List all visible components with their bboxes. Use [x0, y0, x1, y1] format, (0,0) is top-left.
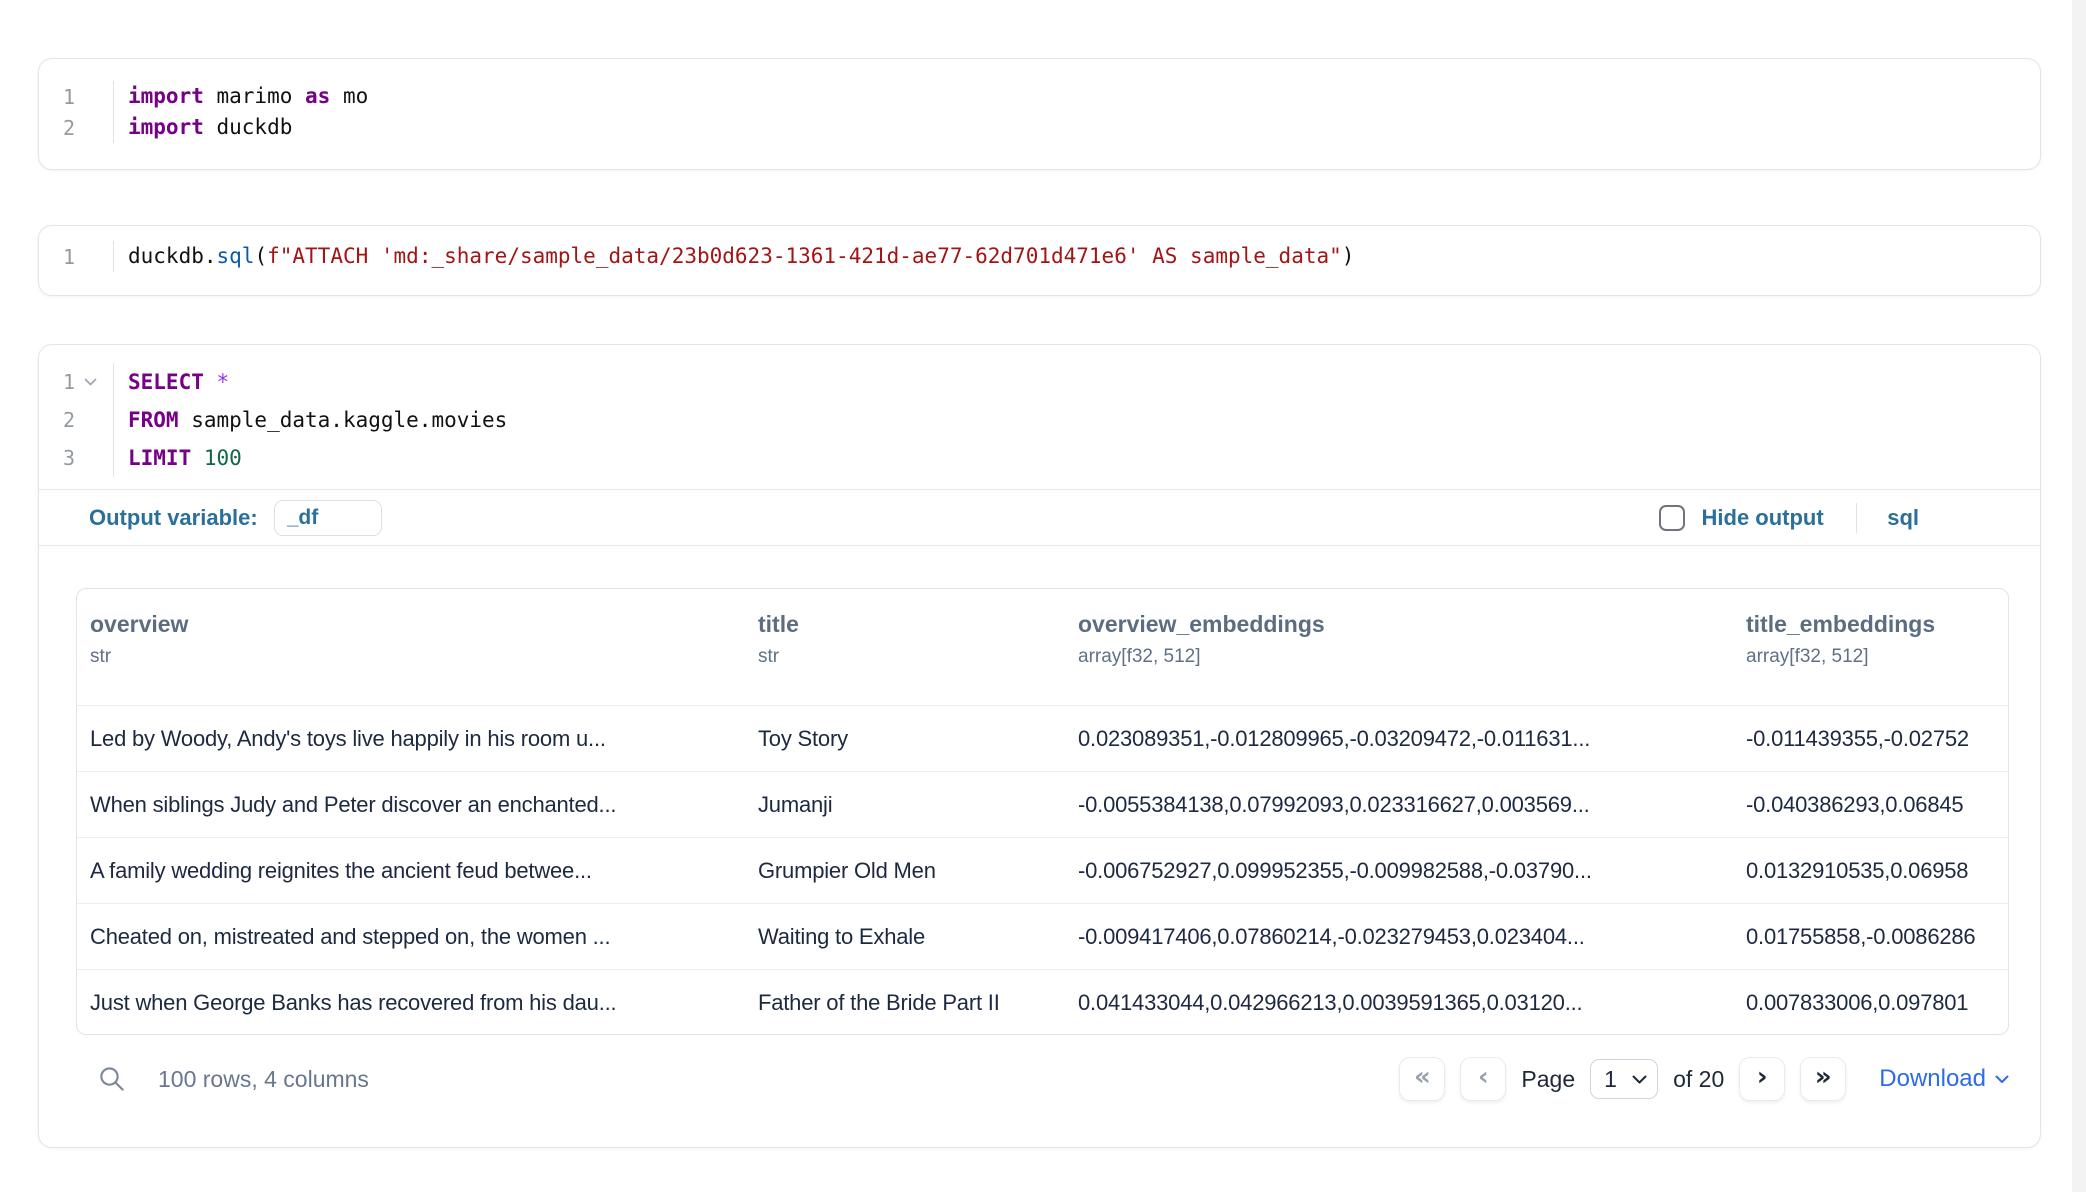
cell-title-embeddings: 0.0132910535,0.06958	[1733, 858, 2008, 884]
code-line: FROM sample_data.kaggle.movies	[128, 401, 507, 439]
code-cell-imports: 1 2 import marimo as mo import duckdb	[38, 58, 2041, 170]
cell-overview: Cheated on, mistreated and stepped on, t…	[77, 924, 745, 950]
search-icon	[97, 1064, 127, 1094]
cell-title-embeddings: 0.01755858,-0.0086286	[1733, 924, 2008, 950]
prev-page-button[interactable]: ‹	[1460, 1057, 1506, 1101]
code-line: import duckdb	[128, 112, 368, 143]
first-page-button[interactable]: «	[1399, 1057, 1445, 1101]
cell-overview-embeddings: 0.041433044,0.042966213,0.0039591365,0.0…	[1065, 990, 1733, 1016]
page-scrollbar[interactable]	[2072, 0, 2086, 1192]
search-button[interactable]	[96, 1063, 128, 1095]
table-header-row: overview str title str overview_embeddin…	[77, 589, 2008, 706]
line-number: 2	[63, 408, 75, 432]
cell-title-embeddings: -0.011439355,-0.02752	[1733, 726, 2008, 752]
cell-title-embeddings: -0.040386293,0.06845	[1733, 792, 2008, 818]
table-row[interactable]: Led by Woody, Andy's toys live happily i…	[77, 706, 2008, 772]
cell-title: Father of the Bride Part II	[745, 990, 1065, 1016]
line-number-gutter: 1	[39, 241, 114, 272]
cell-title: Waiting to Exhale	[745, 924, 1065, 950]
code-cell-attach: 1 duckdb.sql(f"ATTACH 'md:_share/sample_…	[38, 225, 2041, 296]
line-number: 2	[63, 116, 75, 140]
code-line: SELECT *	[128, 363, 507, 401]
column-header-title[interactable]: title str	[745, 589, 1065, 705]
toolbar-divider	[1856, 503, 1858, 533]
sql-cell: 1 2 3 SELECT * FROM sample_data.kaggle.m…	[38, 344, 2041, 1148]
code-line: import marimo as mo	[128, 81, 368, 112]
table-row[interactable]: Just when George Banks has recovered fro…	[77, 970, 2008, 1035]
cell-overview: Led by Woody, Andy's toys live happily i…	[77, 726, 745, 752]
code-editor[interactable]: 1 2 3 SELECT * FROM sample_data.kaggle.m…	[39, 345, 2040, 489]
code-line: duckdb.sql(f"ATTACH 'md:_share/sample_da…	[128, 241, 1354, 272]
chevron-down-icon	[1995, 1075, 2009, 1084]
row-count-summary: 100 rows, 4 columns	[158, 1066, 369, 1093]
cell-output-area: overview str title str overview_embeddin…	[39, 546, 2040, 1147]
cell-overview-embeddings: 0.023089351,-0.012809965,-0.03209472,-0.…	[1065, 726, 1733, 752]
column-header-title-embeddings[interactable]: title_embeddings array[f32, 512]	[1733, 589, 2008, 705]
line-number: 3	[63, 446, 75, 470]
result-table: overview str title str overview_embeddin…	[76, 588, 2009, 1035]
code-line: LIMIT 100	[128, 439, 507, 477]
last-page-button[interactable]: »	[1800, 1057, 1846, 1101]
table-row[interactable]: When siblings Judy and Peter discover an…	[77, 772, 2008, 838]
line-number: 1	[63, 245, 75, 269]
next-page-button[interactable]: ›	[1739, 1057, 1785, 1101]
cell-overview-embeddings: -0.009417406,0.07860214,-0.023279453,0.0…	[1065, 924, 1733, 950]
page-number-value: 1	[1604, 1066, 1617, 1093]
cell-overview-embeddings: -0.0055384138,0.07992093,0.023316627,0.0…	[1065, 792, 1733, 818]
output-variable-input[interactable]	[274, 500, 382, 536]
column-header-overview-embeddings[interactable]: overview_embeddings array[f32, 512]	[1065, 589, 1733, 705]
output-variable-label: Output variable:	[89, 505, 258, 531]
cell-overview-embeddings: -0.006752927,0.099952355,-0.009982588,-0…	[1065, 858, 1733, 884]
table-row[interactable]: Cheated on, mistreated and stepped on, t…	[77, 904, 2008, 970]
hide-output-checkbox[interactable]	[1659, 505, 1685, 531]
line-number-gutter: 1 2 3	[39, 363, 114, 477]
hide-output-label: Hide output	[1702, 505, 1824, 531]
cell-title: Jumanji	[745, 792, 1065, 818]
table-row[interactable]: A family wedding reignites the ancient f…	[77, 838, 2008, 904]
line-number: 1	[63, 85, 75, 109]
code-fold-chevron-icon[interactable]	[75, 378, 105, 386]
code-editor[interactable]: 1 duckdb.sql(f"ATTACH 'md:_share/sample_…	[39, 226, 2040, 295]
cell-overview: A family wedding reignites the ancient f…	[77, 858, 745, 884]
chevron-down-icon	[1632, 1075, 1647, 1084]
cell-overview: Just when George Banks has recovered fro…	[77, 990, 745, 1016]
line-number: 1	[63, 370, 75, 394]
cell-title: Toy Story	[745, 726, 1065, 752]
code-editor[interactable]: 1 2 import marimo as mo import duckdb	[39, 59, 2040, 169]
cell-title: Grumpier Old Men	[745, 858, 1065, 884]
pagination-controls: « ‹ Page 1 of 20 › » Download	[1399, 1057, 2009, 1101]
download-label: Download	[1879, 1065, 1986, 1093]
table-footer: 100 rows, 4 columns « ‹ Page 1 of 20 › »…	[76, 1055, 2009, 1103]
column-header-overview[interactable]: overview str	[77, 589, 745, 705]
cell-overview: When siblings Judy and Peter discover an…	[77, 792, 745, 818]
line-number-gutter: 1 2	[39, 81, 114, 143]
page-number-select[interactable]: 1	[1590, 1059, 1658, 1099]
download-button[interactable]: Download	[1879, 1065, 2009, 1093]
page-label: Page	[1521, 1066, 1575, 1093]
cell-title-embeddings: 0.007833006,0.097801	[1733, 990, 2008, 1016]
total-pages-label: of 20	[1673, 1066, 1724, 1093]
language-toggle[interactable]: sql	[1887, 505, 1919, 531]
sql-cell-toolbar: Output variable: Hide output sql	[39, 489, 2040, 546]
